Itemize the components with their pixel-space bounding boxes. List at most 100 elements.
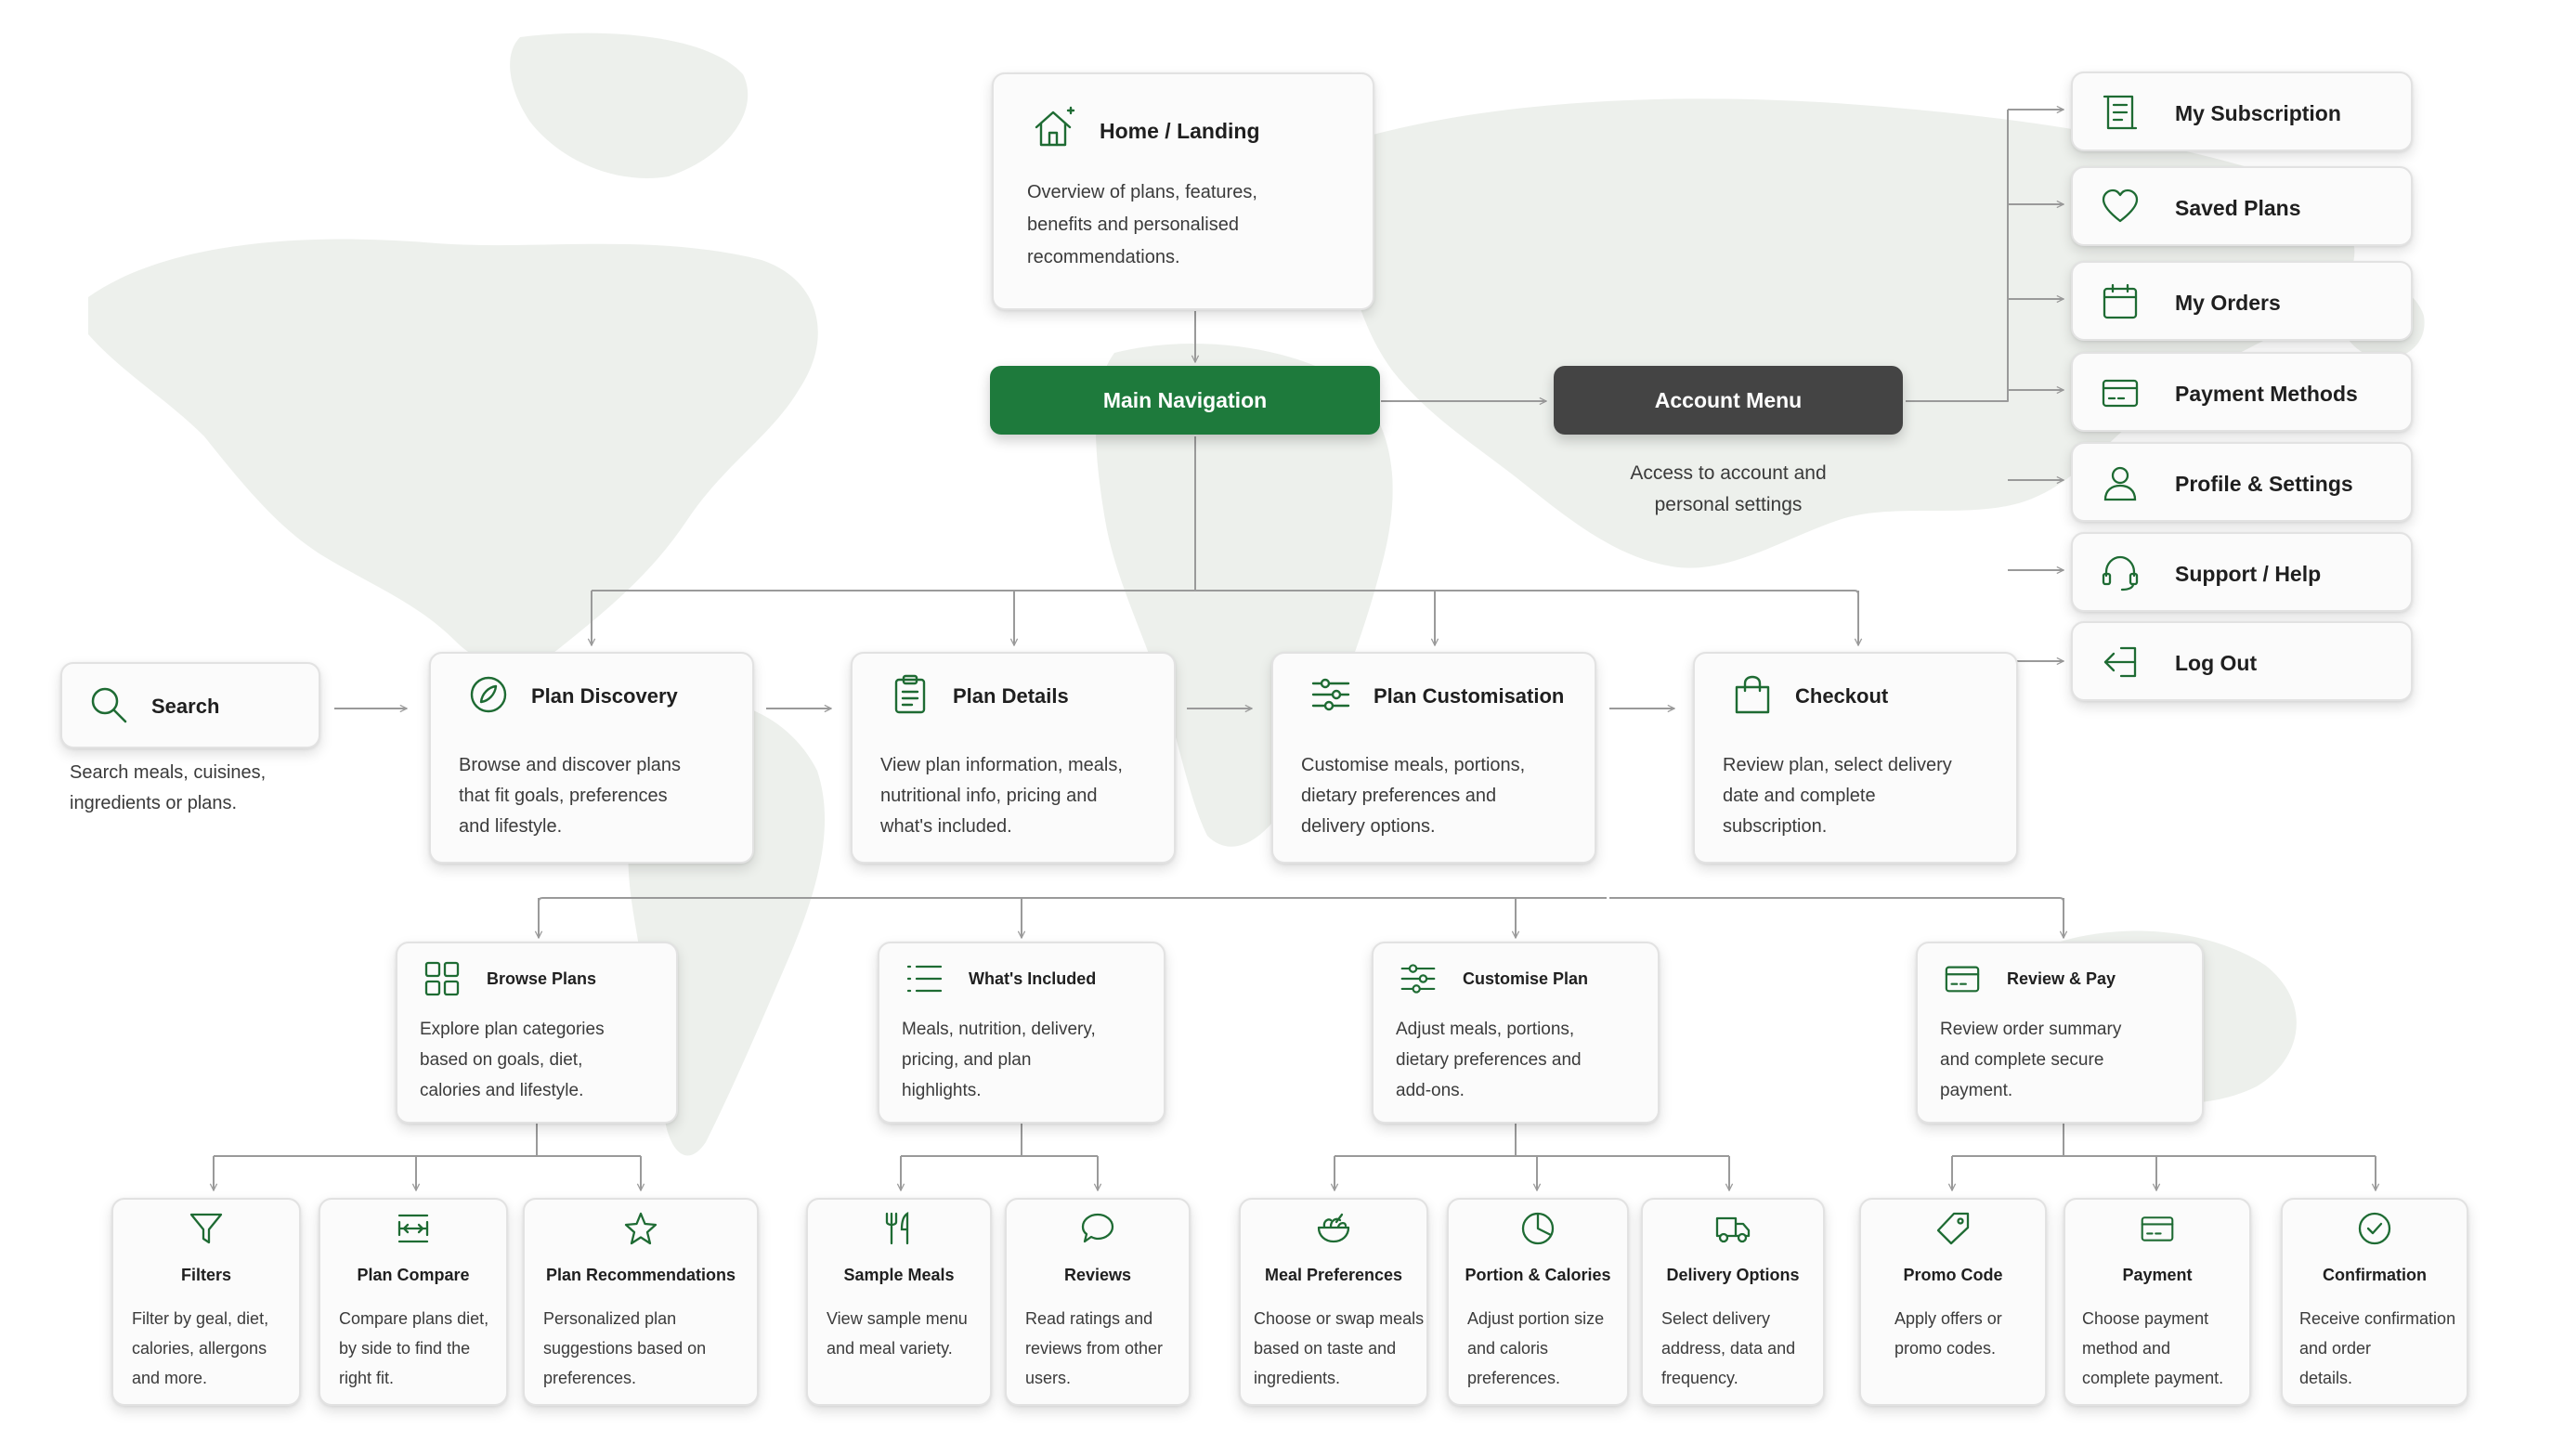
sub-title: Browse Plans <box>487 969 597 988</box>
grid-icon <box>424 961 460 996</box>
sub-description: Meals, nutrition, delivery, pricing, and … <box>902 1020 1096 1100</box>
home-landing-card[interactable]: Home / Landing Overview of plans, featur… <box>992 72 1374 310</box>
search-description: Search meals, cuisines, ingredients or pl… <box>70 762 267 813</box>
delivery-options-card[interactable]: Delivery Options Select delivery address,… <box>1641 1198 1825 1406</box>
leaf-title: Sample Meals <box>843 1266 955 1284</box>
main-navigation-button[interactable]: Main Navigation <box>990 366 1380 435</box>
compass-icon <box>470 676 507 713</box>
compare-icon <box>397 1214 429 1243</box>
leaf-description: Select delivery address, data and frequenc… <box>1661 1309 1796 1387</box>
portion-calories-card[interactable]: Portion & Calories Adjust portion size an… <box>1447 1198 1629 1406</box>
account-item-my-subscription[interactable]: My Subscription <box>2071 72 2413 151</box>
sub-title: Review & Pay <box>2007 969 2116 988</box>
whats-included-card[interactable]: What's Included Meals, nutrition, delive… <box>878 942 1165 1124</box>
leaf-title: Meal Preferences <box>1264 1266 1403 1284</box>
list-icon <box>906 965 943 993</box>
leaf-description: Compare plans diet, by side to find the ri… <box>339 1309 489 1387</box>
sub-title: What's Included <box>969 969 1097 988</box>
account-item-label: My Subscription <box>2175 101 2341 125</box>
search-card[interactable]: Search <box>60 662 320 748</box>
chat-bubble-icon <box>1081 1213 1114 1243</box>
account-item-label: Log Out <box>2175 651 2258 675</box>
home-title: Home / Landing <box>1100 119 1260 143</box>
credit-card-icon <box>2102 379 2139 408</box>
account-item-label: Support / Help <box>2175 562 2322 586</box>
sliders-icon <box>1311 678 1350 711</box>
leaf-description: Apply offers or promo codes. <box>1894 1309 2002 1358</box>
sub-description: Review order summary and complete secure p… <box>1940 1020 2122 1100</box>
clipboard-icon <box>894 674 926 714</box>
plan-discovery-card[interactable]: Plan Discovery Browse and discover plans… <box>429 652 754 864</box>
plan-customisation-card[interactable]: Plan Customisation Customise meals, port… <box>1271 652 1596 864</box>
confirmation-card[interactable]: Confirmation Receive confirmation and ord… <box>2281 1198 2468 1406</box>
account-item-support-help[interactable]: Support / Help <box>2071 532 2413 612</box>
plan-details-card[interactable]: Plan Details View plan information, meal… <box>851 652 1176 864</box>
calendar-icon <box>2103 283 2138 319</box>
payment-card[interactable]: Payment Choose payment method and complete… <box>2064 1198 2251 1406</box>
sliders-icon <box>1400 964 1436 994</box>
account-menu-button[interactable]: Account Menu <box>1554 366 1903 435</box>
account-item-my-orders[interactable]: My Orders <box>2071 261 2413 341</box>
account-item-label: Profile & Settings <box>2175 472 2353 496</box>
leaf-description: Filter by geal, diet, calories, allergons… <box>132 1309 269 1387</box>
salad-bowl-icon <box>1317 1213 1350 1243</box>
credit-card-icon <box>1945 966 1980 993</box>
leaf-description: Personalized plan suggestions based on pre… <box>543 1309 707 1387</box>
sub-description: Adjust meals, portions, dietary preferenc… <box>1396 1020 1582 1100</box>
account-item-log-out[interactable]: Log Out <box>2071 621 2413 701</box>
delivery-truck-icon <box>1715 1216 1751 1243</box>
flow-description: View plan information, meals, nutritional… <box>880 755 1123 837</box>
reviews-card[interactable]: Reviews Read ratings and reviews from oth… <box>1005 1198 1191 1406</box>
leaf-title: Filters <box>180 1266 232 1284</box>
pie-chart-icon <box>1521 1212 1555 1245</box>
account-item-payment-methods[interactable]: Payment Methods <box>2071 352 2413 432</box>
leaf-description: Read ratings and reviews from other users. <box>1025 1309 1164 1387</box>
home-icon <box>1035 106 1075 147</box>
shopping-bag-icon <box>1735 675 1770 714</box>
flow-description: Customise meals, portions, dietary prefer… <box>1301 755 1526 837</box>
leaf-description: Adjust portion size and caloris preference… <box>1467 1309 1605 1387</box>
leaf-title: Plan Recommendations <box>545 1266 736 1284</box>
flow-title: Plan Discovery <box>531 684 678 708</box>
leaf-title: Confirmation <box>2323 1266 2427 1284</box>
user-icon <box>2103 466 2137 501</box>
leaf-title: Payment <box>2122 1266 2193 1284</box>
search-title: Search <box>151 695 220 718</box>
credit-card-icon <box>2141 1216 2174 1242</box>
heart-icon <box>2102 188 2139 223</box>
review-pay-card[interactable]: Review & Pay Review order summary and com… <box>1916 942 2204 1124</box>
check-circle-icon <box>2358 1212 2391 1245</box>
search-icon <box>91 687 127 723</box>
customise-plan-card[interactable]: Customise Plan Adjust meals, portions, di… <box>1372 942 1660 1124</box>
leaf-description: Choose payment method and complete payment… <box>2082 1309 2224 1387</box>
sub-description: Explore plan categories based on goals, d… <box>420 1020 605 1100</box>
leaf-description: View sample menu and meal variety. <box>827 1309 968 1358</box>
flow-title: Plan Details <box>953 684 1069 708</box>
meal-preferences-card[interactable]: Meal Preferences Choose or swap meals bas… <box>1239 1198 1428 1406</box>
filter-icon <box>189 1213 223 1244</box>
star-icon <box>624 1212 658 1245</box>
account-item-label: My Orders <box>2175 291 2281 315</box>
leaf-title: Plan Compare <box>357 1266 470 1284</box>
account-item-saved-plans[interactable]: Saved Plans <box>2071 166 2413 246</box>
utensils-icon <box>885 1211 909 1245</box>
account-item-label: Saved Plans <box>2175 196 2301 220</box>
filters-card[interactable]: Filters Filter by geal, diet, calories, a… <box>111 1198 301 1406</box>
flow-title: Plan Customisation <box>1374 684 1565 708</box>
sample-meals-card[interactable]: Sample Meals View sample menu and meal va… <box>806 1198 992 1406</box>
leaf-description: Receive confirmation and order details. <box>2299 1309 2456 1387</box>
flow-description: Browse and discover plans that fit goals,… <box>459 755 682 837</box>
plan-recommendations-card[interactable]: Plan Recommendations Personalized plan su… <box>523 1198 759 1406</box>
checkout-card[interactable]: Checkout Review plan, select delivery dat… <box>1693 652 2018 864</box>
account-item-label: Payment Methods <box>2175 382 2358 406</box>
browse-plans-card[interactable]: Browse Plans Explore plan categories base… <box>396 942 678 1124</box>
flow-description: Review plan, select delivery date and com… <box>1723 755 1952 837</box>
sub-title: Customise Plan <box>1463 969 1589 988</box>
leaf-title: Portion & Calories <box>1465 1266 1611 1284</box>
promo-code-card[interactable]: Promo Code Apply offers or promo codes. <box>1859 1198 2047 1406</box>
leaf-title: Promo Code <box>1903 1266 2003 1284</box>
flow-title: Checkout <box>1795 684 1889 708</box>
home-description: Overview of plans, features, benefits and… <box>1027 182 1257 267</box>
account-item-profile-settings[interactable]: Profile & Settings <box>2071 442 2413 522</box>
plan-compare-card[interactable]: Plan Compare Compare plans diet, by side … <box>319 1198 508 1406</box>
